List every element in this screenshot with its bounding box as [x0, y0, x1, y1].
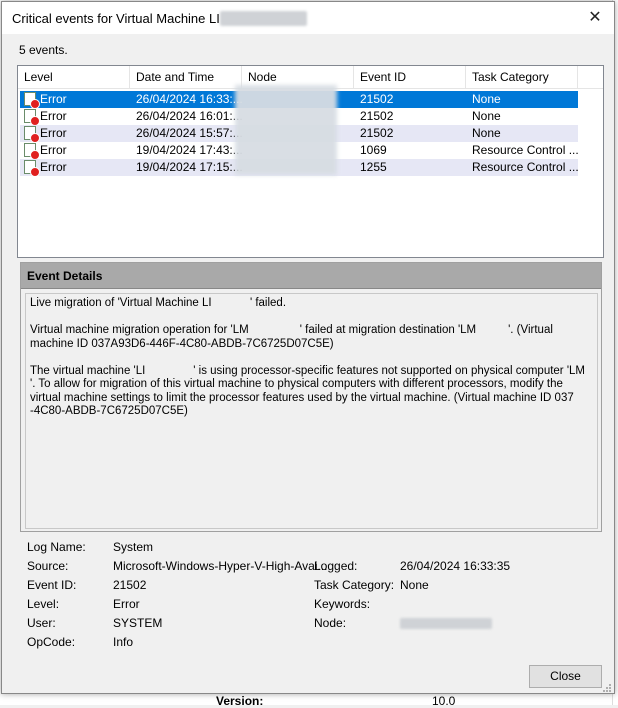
prop-source: Microsoft-Windows-Hyper-V-High-Avai... [113, 559, 328, 573]
row-category: None [472, 126, 501, 140]
event-details-header: Event Details [21, 263, 601, 289]
prop-label: Event ID: [27, 578, 77, 592]
event-details-panel: Event Details Live migration of 'Virtual… [20, 262, 602, 532]
redacted-vm-name: XXXXXXXXXX [219, 11, 307, 26]
background-version-value: 10.0 [432, 694, 456, 708]
prop-label: Level: [27, 597, 60, 611]
background-version-label: Version: [216, 694, 264, 708]
row-level: Error [40, 160, 67, 174]
row-event-id: 21502 [360, 109, 394, 123]
row-level: Error [40, 126, 67, 140]
prop-opcode: Info [113, 635, 134, 649]
error-icon [24, 126, 40, 143]
redacted-node-value [400, 618, 492, 629]
prop-label: Keywords: [314, 597, 371, 611]
row-category: Resource Control ... [472, 160, 579, 174]
prop-label: Source: [27, 559, 69, 573]
event-count: 5 events. [19, 43, 68, 57]
row-event-id: 21502 [360, 126, 394, 140]
error-icon [24, 160, 40, 177]
resize-grip-icon[interactable] [602, 683, 612, 693]
event-details-heading: Event Details [27, 269, 103, 283]
column-task-category[interactable]: Task Category [466, 66, 578, 88]
prop-label: User: [27, 616, 56, 630]
row-datetime: 19/04/2024 17:15:... [136, 160, 242, 174]
event-details-text: Live migration of 'Virtual Machine LI ' … [30, 297, 586, 417]
row-event-id: 21502 [360, 92, 394, 106]
critical-events-dialog: Critical events for Virtual Machine LIXX… [1, 1, 615, 694]
close-button[interactable]: Close [529, 665, 602, 688]
row-category: None [472, 92, 501, 106]
row-datetime: 26/04/2024 15:57:... [136, 126, 242, 140]
row-datetime: 19/04/2024 17:43:... [136, 143, 242, 157]
prop-label: Logged: [314, 559, 358, 573]
row-datetime: 26/04/2024 16:01:... [136, 109, 242, 123]
prop-label: Task Category: [314, 578, 395, 592]
column-event-id[interactable]: Event ID [354, 66, 466, 88]
row-event-id: 1069 [360, 143, 387, 157]
row-category: None [472, 109, 501, 123]
prop-logged: 26/04/2024 16:33:35 [400, 559, 511, 573]
error-icon [24, 109, 40, 126]
prop-user: SYSTEM [113, 616, 163, 630]
prop-label: OpCode: [27, 635, 76, 649]
dialog-title-text: Critical events for Virtual Machine LI [12, 11, 220, 26]
prop-label: Log Name: [27, 540, 86, 554]
column-date-time[interactable]: Date and Time [130, 66, 242, 88]
prop-log-name: System [113, 540, 154, 554]
prop-event-id: 21502 [113, 578, 147, 592]
close-icon[interactable]: ✕ [584, 8, 606, 28]
row-datetime: 26/04/2024 16:33:... [136, 92, 242, 106]
prop-label: Node: [314, 616, 347, 630]
row-category: Resource Control ... [472, 143, 579, 157]
row-level: Error [40, 92, 67, 106]
redacted-node-names [235, 85, 337, 175]
dialog-title: Critical events for Virtual Machine LIXX… [12, 11, 307, 26]
prop-level: Error [113, 597, 140, 611]
row-level: Error [40, 109, 67, 123]
event-details-body[interactable]: Live migration of 'Virtual Machine LI ' … [25, 293, 598, 529]
title-bar: Critical events for Virtual Machine LIXX… [2, 2, 614, 34]
row-event-id: 1255 [360, 160, 387, 174]
prop-task-category: None [400, 578, 429, 592]
column-level[interactable]: Level [18, 66, 130, 88]
error-icon [24, 143, 40, 160]
row-level: Error [40, 143, 67, 157]
error-icon [24, 92, 40, 109]
